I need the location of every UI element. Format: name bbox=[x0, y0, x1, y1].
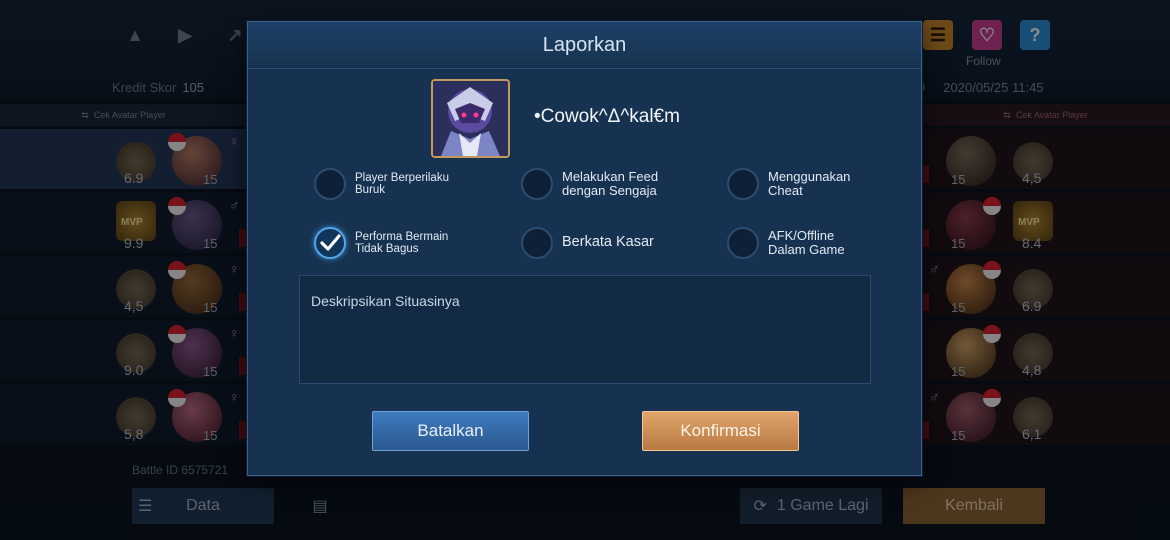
option-intentional-feed-label: Melakukan Feed dengan Sengaja bbox=[562, 168, 659, 198]
option-toxic-language[interactable]: Berkata Kasar bbox=[521, 227, 654, 259]
reported-player-name: •Cowok^Δ^kal€m bbox=[534, 106, 680, 127]
option-afk-label: AFK/Offline Dalam Game bbox=[768, 227, 845, 257]
option-intentional-feed[interactable]: Melakukan Feed dengan Sengaja bbox=[521, 168, 658, 200]
dialog-title: Laporkan bbox=[248, 22, 921, 69]
option-afk[interactable]: AFK/Offline Dalam Game bbox=[727, 227, 845, 259]
radio-toxic-language[interactable] bbox=[521, 227, 553, 259]
hero-portrait-icon bbox=[433, 81, 508, 156]
reported-player-avatar bbox=[431, 79, 510, 158]
cancel-button[interactable]: Batalkan bbox=[372, 411, 529, 451]
description-placeholder: Deskripsikan Situasinya bbox=[311, 293, 460, 309]
option-poor-performance[interactable]: Performa Bermain Tidak Bagus bbox=[314, 227, 448, 259]
cancel-button-label: Batalkan bbox=[417, 421, 484, 440]
option-toxic-language-label: Berkata Kasar bbox=[562, 234, 654, 251]
checkmark-icon bbox=[320, 234, 341, 251]
radio-poor-performance[interactable] bbox=[314, 227, 346, 259]
radio-bad-behavior[interactable] bbox=[314, 168, 346, 200]
radio-afk[interactable] bbox=[727, 227, 759, 259]
radio-intentional-feed[interactable] bbox=[521, 168, 553, 200]
option-cheat[interactable]: Menggunakan Cheat bbox=[727, 168, 850, 200]
option-poor-performance-label: Performa Bermain Tidak Bagus bbox=[355, 230, 449, 255]
option-bad-behavior-label: Player Berperilaku Buruk bbox=[355, 171, 449, 196]
report-dialog: Laporkan •Cowok^Δ^kal€m Player Berperila… bbox=[247, 21, 922, 476]
confirm-button[interactable]: Konfirmasi bbox=[642, 411, 799, 451]
confirm-button-label: Konfirmasi bbox=[680, 421, 761, 440]
option-cheat-label: Menggunakan Cheat bbox=[768, 168, 851, 198]
option-bad-behavior[interactable]: Player Berperilaku Buruk bbox=[314, 168, 449, 200]
description-input[interactable]: Deskripsikan Situasinya bbox=[299, 275, 871, 384]
radio-cheat[interactable] bbox=[727, 168, 759, 200]
